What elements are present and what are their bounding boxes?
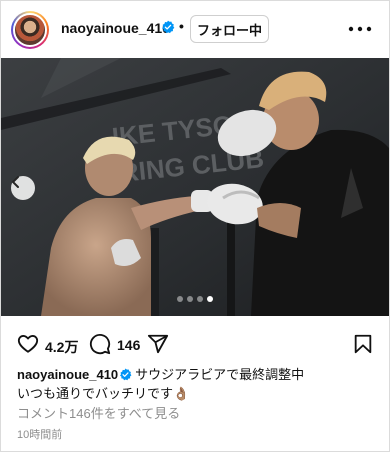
heart-icon[interactable] (17, 333, 39, 355)
carousel-dot (177, 296, 183, 302)
avatar-image (13, 13, 47, 47)
post-photo[interactable]: IKE TYSON RING CLUB (1, 58, 389, 316)
carousel-dot (197, 296, 203, 302)
action-bar: 4.2万 146 (1, 324, 389, 364)
bookmark-icon[interactable] (352, 333, 374, 355)
carousel-dot (187, 296, 193, 302)
following-button[interactable]: フォロー中 (190, 15, 269, 43)
caption-line2: いつも通りでバッチリです👌🏽 (17, 386, 190, 401)
carousel-dot-active (207, 296, 213, 302)
post-card: naoyainoue_410 • フォロー中 IKE TYSON RING CL… (0, 0, 390, 452)
comment-count[interactable]: 146 (117, 337, 140, 353)
more-options-icon[interactable] (348, 25, 372, 33)
comment-icon[interactable] (89, 333, 111, 355)
avatar[interactable] (11, 11, 49, 49)
verified-badge-icon (120, 368, 132, 381)
post-header: naoyainoue_410 • フォロー中 (1, 1, 389, 58)
view-all-comments-link[interactable]: コメント146件をすべて見る (17, 403, 180, 422)
carousel-indicator (177, 296, 213, 302)
like-count[interactable]: 4.2万 (45, 337, 78, 357)
header-separator: • (179, 18, 184, 34)
verified-badge-icon (162, 20, 175, 34)
share-icon[interactable] (147, 333, 169, 355)
caption-username[interactable]: naoyainoue_410 (17, 367, 118, 382)
boxing-training-photo: IKE TYSON RING CLUB (1, 58, 389, 316)
caption-line1: サウジアラビアで最終調整中 (135, 367, 305, 382)
post-timestamp: 10時間前 (17, 429, 63, 441)
header-username[interactable]: naoyainoue_410 (61, 20, 170, 36)
chevron-left-icon (12, 176, 19, 188)
caption: naoyainoue_410 サウジアラビアで最終調整中 いつも通りでバッチリで… (17, 365, 377, 403)
carousel-prev-button[interactable] (11, 176, 35, 200)
